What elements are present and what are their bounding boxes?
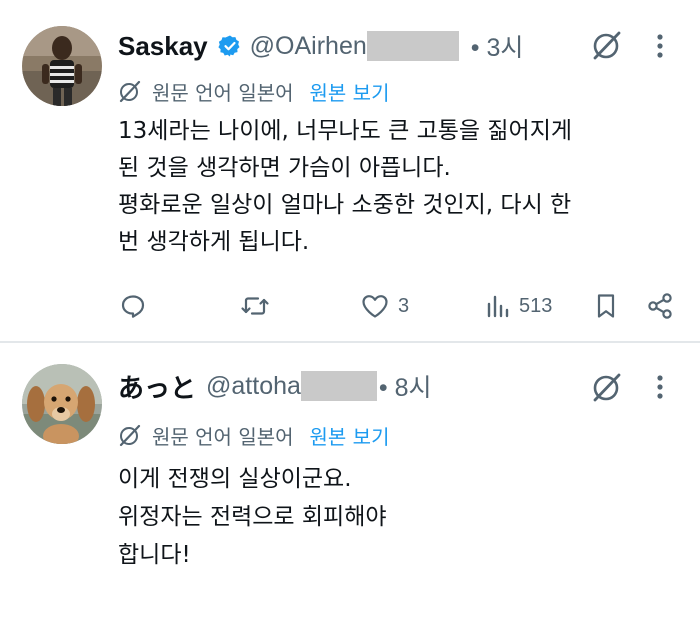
reply-button[interactable] <box>119 288 147 324</box>
translation-notice: 원문 언어 일본어 원본 보기 <box>118 419 700 451</box>
tweet-text-line: 합니다! <box>118 542 191 568</box>
translated-from-label: 원문 언어 일본어 <box>152 80 294 105</box>
tweet-text-line: 된 것을 생각하면 가슴이 아픕니다. <box>118 155 451 181</box>
retweet-icon <box>241 297 269 315</box>
tweet-text-line: 이게 전쟁의 실상이군요. <box>118 466 352 492</box>
tweet[interactable]: Saskay @OAirhen • 3시 원문 언어 일본어 원본 보기 13세… <box>0 0 700 341</box>
retweet-button[interactable] <box>240 288 270 324</box>
grok-icon[interactable] <box>590 370 624 404</box>
translate-icon <box>119 80 141 103</box>
tweet-text: 이게 전쟁의 실상이군요. 위정자는 전력으로 회피해야 합니다! <box>118 460 660 574</box>
avatar[interactable] <box>22 364 102 444</box>
tweet[interactable]: あっと @attoha • 8시 원문 언어 일본어 원본 보기 이게 전쟁의 … <box>0 343 700 631</box>
like-button[interactable]: 3 <box>360 288 409 324</box>
tweet-text-line: 평화로운 일상이 얼마나 소중한 것인지, 다시 한 <box>118 192 572 218</box>
show-original-link[interactable]: 원본 보기 <box>310 421 390 450</box>
reply-icon <box>121 295 145 318</box>
grok-icon[interactable] <box>590 28 624 62</box>
share-button[interactable] <box>646 288 674 324</box>
more-icon[interactable] <box>650 373 670 401</box>
user-handle[interactable]: @OAirhen <box>250 32 367 61</box>
share-icon <box>648 293 672 319</box>
show-original-link[interactable]: 원본 보기 <box>310 77 390 106</box>
user-handle[interactable]: @attoha <box>206 372 301 401</box>
more-icon[interactable] <box>650 32 670 60</box>
heart-icon <box>362 295 388 318</box>
display-name[interactable]: Saskay <box>118 31 208 62</box>
timestamp[interactable]: • 3시 <box>471 28 524 64</box>
redaction-box <box>366 31 459 61</box>
tweet-text: 13세라는 나이에, 너무나도 큰 고통을 짊어지게 된 것을 생각하면 가슴이… <box>118 113 660 261</box>
timestamp[interactable]: • 8시 <box>379 368 432 404</box>
tweet-text-line: 번 생각하게 됩니다. <box>118 229 310 255</box>
bookmark-button[interactable] <box>594 288 618 324</box>
like-count: 3 <box>398 294 410 317</box>
translated-from-label: 원문 언어 일본어 <box>152 424 294 449</box>
translation-notice: 원문 언어 일본어 원본 보기 <box>118 75 700 107</box>
view-count: 513 <box>519 294 553 317</box>
tweet-actions: 3 513 <box>0 288 700 324</box>
tweet-text-line: 위정자는 전력으로 회피해야 <box>118 504 387 530</box>
verified-badge-icon[interactable] <box>218 34 242 58</box>
bookmark-icon <box>597 294 615 318</box>
redaction-box <box>300 371 377 401</box>
avatar[interactable] <box>22 26 102 106</box>
display-name[interactable]: あっと <box>118 368 196 405</box>
tweet-text-line: 13세라는 나이에, 너무나도 큰 고통을 짊어지게 <box>118 118 573 144</box>
translate-icon <box>119 424 141 447</box>
views-button[interactable]: 513 <box>485 288 552 324</box>
views-icon <box>487 295 509 318</box>
